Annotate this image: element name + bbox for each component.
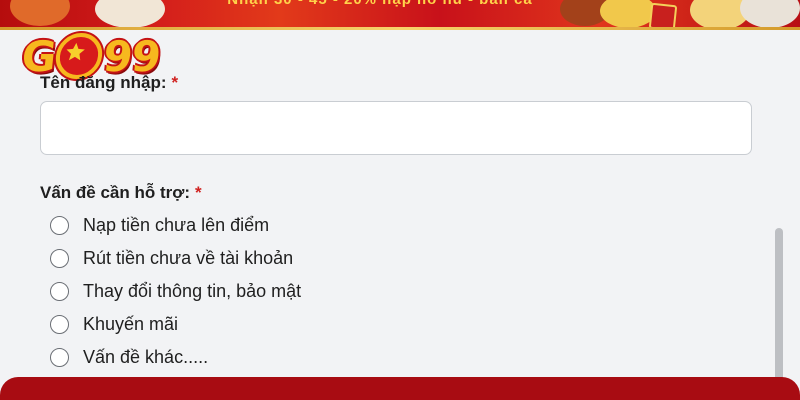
issue-option-label: Thay đổi thông tin, bảo mật <box>83 280 302 301</box>
issue-option-other[interactable]: Vấn đề khác..... <box>50 344 208 370</box>
issue-option-label: Khuyến mãi <box>83 313 179 334</box>
required-asterisk: * <box>195 183 202 202</box>
username-label: Tên đăng nhập: * <box>40 73 178 93</box>
top-promo-banner[interactable]: Nhận 30 - 45 - 20% nạp nổ hũ - bắn cá <box>0 0 800 30</box>
support-issue-label-text: Vấn đề cần hỗ trợ: <box>40 183 190 202</box>
scrollbar-thumb[interactable] <box>775 228 783 388</box>
banner-decoration <box>10 0 70 26</box>
required-asterisk: * <box>171 73 179 92</box>
radio-button[interactable] <box>50 314 69 334</box>
issue-option-label: Nạp tiền chưa lên điểm <box>83 214 270 235</box>
banner-text: Nhận 30 - 45 - 20% nạp nổ hũ - bắn cá <box>200 0 560 8</box>
username-label-text: Tên đăng nhập: <box>40 73 167 92</box>
gold-coins-decoration <box>600 0 656 28</box>
issue-option-label: Rút tiền chưa về tài khoản <box>83 247 294 268</box>
issue-option-withdrawal[interactable]: Rút tiền chưa về tài khoản <box>50 245 293 271</box>
username-input[interactable] <box>40 101 752 155</box>
radio-button[interactable] <box>50 281 69 301</box>
radio-button[interactable] <box>50 248 69 268</box>
issue-option-label: Vấn đề khác..... <box>83 346 209 367</box>
support-issue-label: Vấn đề cần hỗ trợ: * <box>40 183 202 203</box>
issue-option-promotion[interactable]: Khuyến mãi <box>50 311 178 337</box>
red-envelope-icon <box>648 2 678 30</box>
banner-decoration <box>95 0 165 28</box>
bottom-panel <box>0 377 800 400</box>
radio-button[interactable] <box>50 347 69 367</box>
radio-button[interactable] <box>50 215 69 235</box>
banner-decoration <box>740 0 800 28</box>
issue-option-deposit[interactable]: Nạp tiền chưa lên điểm <box>50 212 269 238</box>
issue-option-account-security[interactable]: Thay đổi thông tin, bảo mật <box>50 278 301 304</box>
